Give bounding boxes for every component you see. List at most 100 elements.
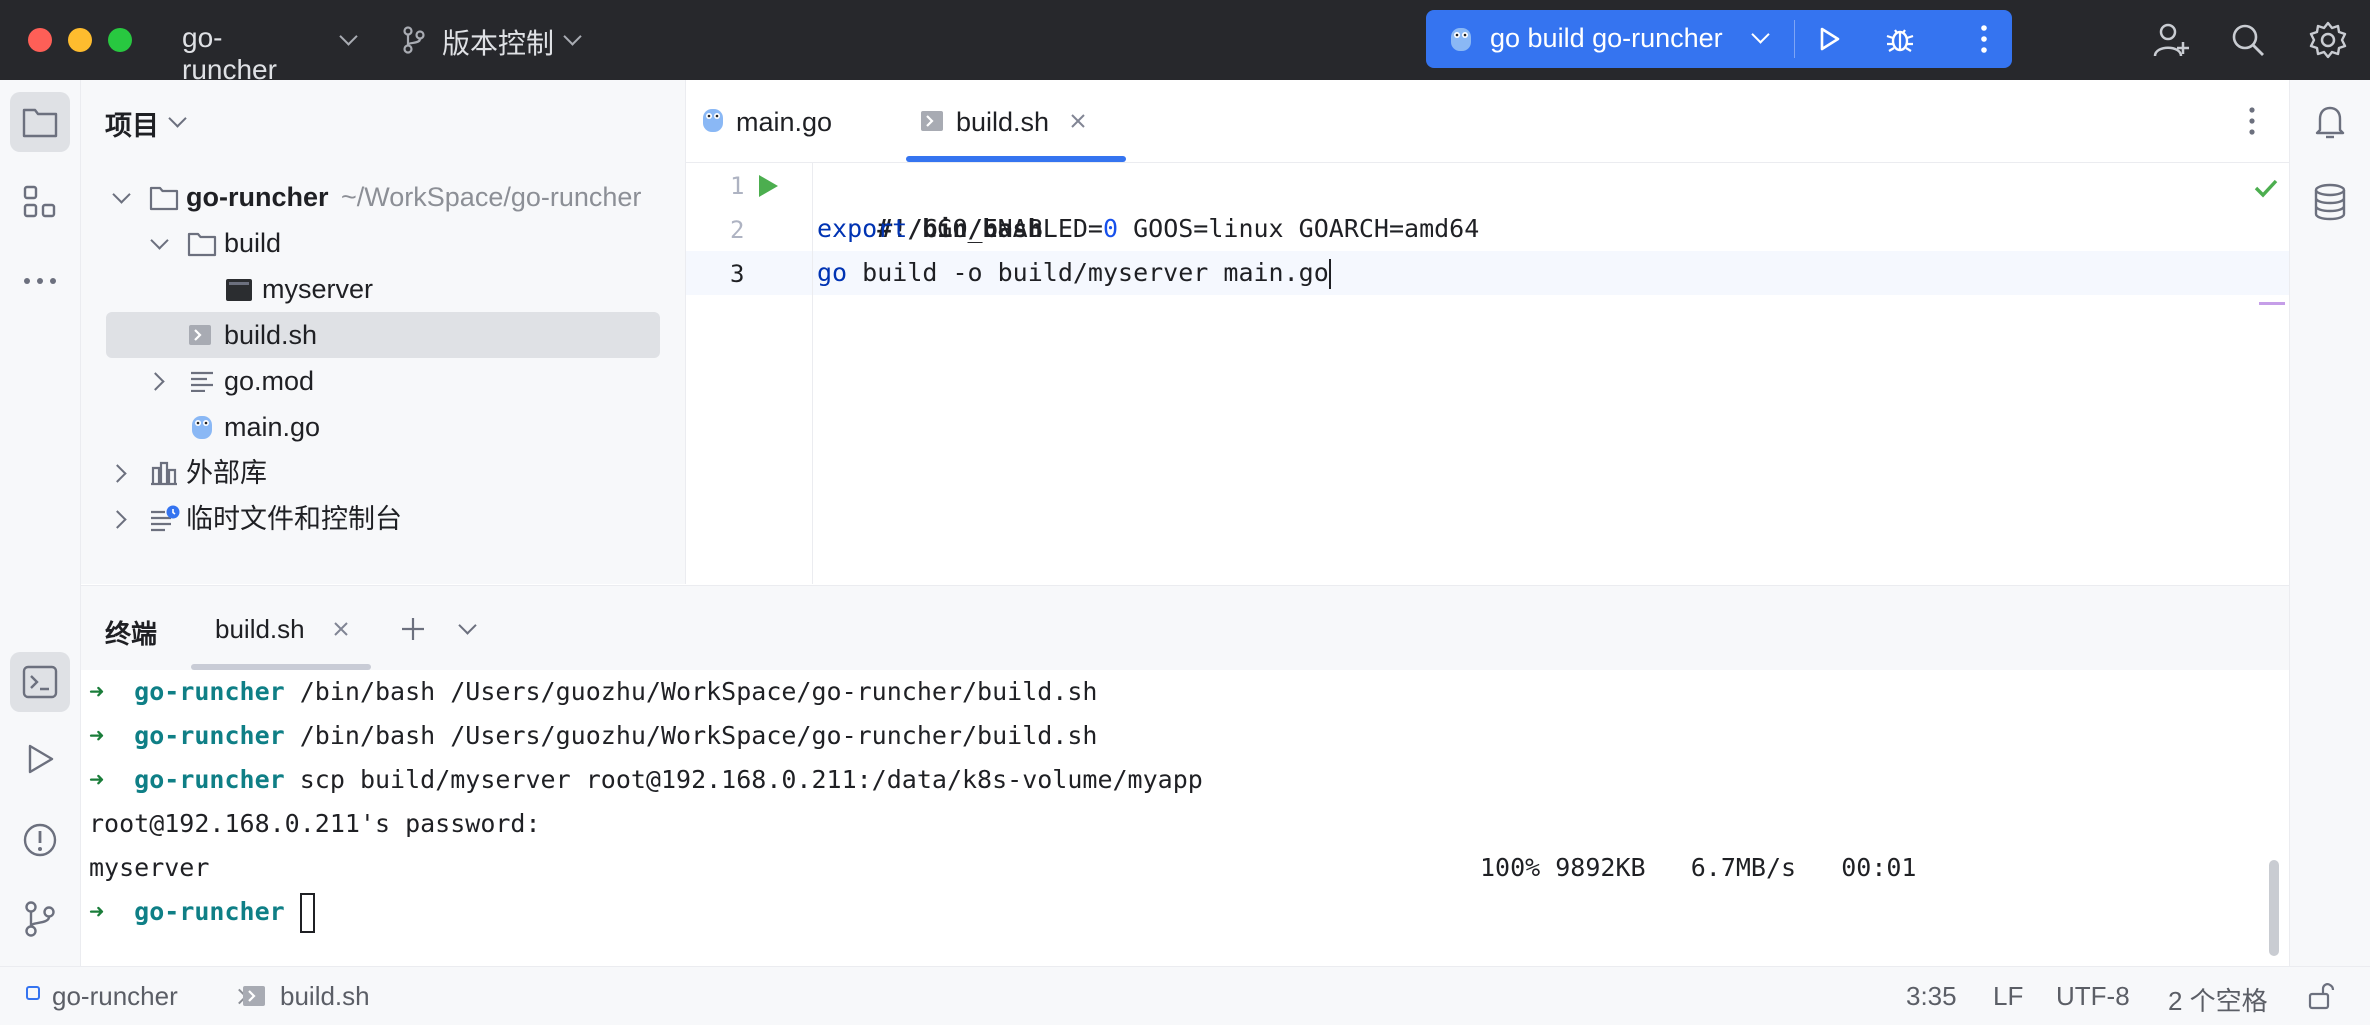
close-tab-icon[interactable] [1070,113,1086,129]
prompt-arrow: ➜ [89,765,105,794]
chevron-down-icon [112,185,131,204]
transfer-progress: 100% 9892KB 6.7MB/s 00:01 [1480,846,1917,890]
code-editor[interactable]: #!/bin/bash export CGO_ENABLED=0 GOOS=li… [813,163,2289,584]
terminal-title: 终端 [105,619,158,649]
terminal-tab-build-sh[interactable]: build.sh [191,586,381,670]
project-tool-window: 项目 go-runcher ~/WorkSpace/go-runcher bui… [81,80,686,584]
tree-item-go-mod[interactable]: go.mod [81,358,685,404]
gopher-icon [192,416,212,439]
left-tool-window-bar [0,80,81,966]
close-tab-icon[interactable] [333,621,349,637]
chevron-right-icon [146,372,165,391]
prompt-directory: go-runcher [134,897,285,926]
prompt-directory: go-runcher [134,765,285,794]
code-line-2: export CGO_ENABLED=0 GOOS=linux GOARCH=a… [817,207,1479,251]
tree-item-label: build.sh [224,320,318,350]
code-keyword: go [817,258,848,287]
tab-main-go[interactable]: main.go [700,80,900,162]
prompt-arrow: ➜ [89,721,105,750]
tree-item-build[interactable]: build [81,220,685,266]
tree-item-label: 外部库 [186,458,267,488]
status-bar: go-runcher build.sh 3:35 LF UTF-8 2 个空格 [0,966,2370,1025]
no-problems-check-icon[interactable] [2253,177,2279,199]
line-number: 1 [730,172,745,200]
code-number: 0 [1102,214,1119,243]
vcs-label: 版本控制 [442,28,555,59]
editor-gutter: 1 2 3 [686,163,813,584]
gopher-icon [703,109,723,132]
code-token: build -o build/myserver main.go [847,258,1329,287]
settings-gear-icon[interactable] [2308,20,2348,60]
chevron-down-icon[interactable] [458,616,477,635]
terminal-line: ➜ go-runcher scp build/myserver root@192… [89,758,1203,802]
terminal-line: root@192.168.0.211's password: [89,802,541,846]
project-tool-button[interactable] [10,92,70,152]
line-separator[interactable]: LF [1993,981,2023,1012]
breadcrumb-file[interactable]: build.sh [280,981,370,1012]
terminal-tool-button[interactable] [10,652,70,712]
tree-item-go-runcher[interactable]: go-runcher ~/WorkSpace/go-runcher [81,174,685,220]
add-user-icon[interactable] [2152,20,2192,60]
divider [1794,20,1795,58]
tree-item-myserver[interactable]: myserver [81,266,685,312]
minimize-window-button[interactable] [68,28,92,52]
tree-item-external-libraries[interactable]: 外部库 [81,450,685,496]
chevron-right-icon [108,510,127,529]
file-encoding[interactable]: UTF-8 [2056,981,2130,1012]
problems-icon[interactable] [22,822,58,858]
more-vertical-icon[interactable] [2247,106,2257,136]
prompt-arrow: ➜ [89,897,105,926]
close-window-button[interactable] [28,28,52,52]
zoom-window-button[interactable] [108,28,132,52]
git-icon[interactable] [22,900,58,938]
database-icon[interactable] [2312,182,2348,222]
add-terminal-icon[interactable] [399,615,427,643]
tree-item-label: 临时文件和控制台 [186,504,402,534]
vcs-widget[interactable]: 版本控制 [400,0,590,80]
tree-item-build-sh[interactable]: build.sh [106,312,660,358]
tree-item-label: go.mod [224,366,315,396]
chevron-down-icon [563,27,582,46]
terminal-icon [22,665,58,699]
terminal-output-text: root@192.168.0.211's password: [89,809,541,838]
shell-script-icon [243,986,265,1006]
shell-script-icon [189,325,211,345]
indent-setting[interactable]: 2 个空格 [2168,981,2268,1018]
notifications-bell-icon[interactable] [2312,102,2348,142]
line-number: 3 [730,260,745,288]
run-config-name: go build go-runcher [1490,23,1723,53]
folder-icon [187,232,217,257]
gopher-icon [1451,28,1471,51]
more-horizontal-icon[interactable] [22,276,58,286]
tree-item-scratches-and-consoles[interactable]: 临时文件和控制台 [81,496,685,542]
terminal-line: ➜ go-runcher /bin/bash /Users/guozhu/Wor… [89,670,1097,714]
terminal-command: /bin/bash /Users/guozhu/WorkSpace/go-run… [284,677,1098,706]
tab-build-sh[interactable]: build.sh [906,80,1126,162]
scratches-icon [151,505,180,532]
caret-position[interactable]: 3:35 [1906,981,1957,1012]
right-tool-window-bar [2289,80,2370,966]
tab-label: main.go [736,107,833,137]
structure-icon[interactable] [22,184,58,220]
run-tool-icon[interactable] [24,742,56,776]
terminal-output-progress: 100% 9892KB 6.7MB/s 00:01 [1480,853,1917,882]
terminal-command: /bin/bash /Users/guozhu/WorkSpace/go-run… [284,721,1098,750]
tree-item-label: build [224,228,282,258]
run-config-selector[interactable]: go build go-runcher [1426,10,1792,68]
code-keyword: export [817,214,908,243]
tree-item-main-go[interactable]: main.go [81,404,685,450]
terminal-scrollbar[interactable] [2269,860,2279,956]
tree-item-path: ~/WorkSpace/go-runcher [341,182,642,212]
run-gutter-icon[interactable] [756,173,780,199]
terminal-header: 终端 build.sh [81,585,2289,671]
breadcrumb-project[interactable]: go-runcher [52,981,178,1012]
unlock-icon[interactable] [2306,981,2336,1011]
tree-item-label: main.go [224,412,321,442]
chevron-right-icon [108,464,127,483]
more-vertical-icon[interactable] [1978,24,1990,54]
terminal-output[interactable]: ➜ go-runcher /bin/bash /Users/guozhu/Wor… [81,670,2289,966]
run-icon[interactable] [1814,24,1844,54]
search-icon[interactable] [2230,22,2266,58]
debug-icon[interactable] [1884,23,1916,55]
text-caret [1328,259,1331,289]
